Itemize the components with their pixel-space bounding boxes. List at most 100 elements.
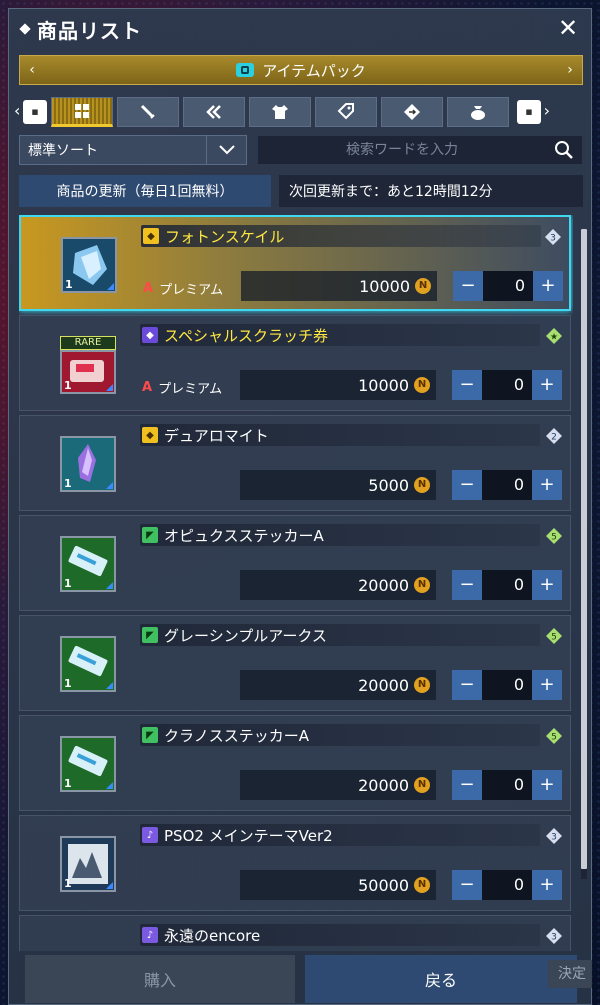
ticket-icon: ◆ [142, 327, 158, 343]
tab-prev-button[interactable]: ▪ [14, 99, 47, 124]
list-item[interactable]: 1 ◆ フォトンスケイル 3 A プレミアム 10000 N − 0 + [19, 215, 571, 311]
item-name-bar: ◤ グレーシンプルアークス [140, 624, 540, 646]
meseta-icon: N [414, 377, 430, 393]
minus-button[interactable]: − [452, 870, 482, 900]
quantity-stepper: − 0 + [452, 370, 562, 400]
price-value: 10000 [358, 375, 409, 395]
quantity-stepper: − 0 + [453, 271, 563, 301]
item-thumbnail: 1 [60, 536, 116, 592]
meseta-icon: N [414, 877, 430, 893]
category-prev-button[interactable]: ‹ [22, 56, 42, 84]
price-value: 50000 [358, 875, 409, 895]
tab-bag[interactable] [447, 97, 509, 127]
buy-button[interactable]: 購入 [25, 955, 295, 1003]
meseta-icon: N [414, 477, 430, 493]
tab-all[interactable] [51, 97, 113, 127]
list-item[interactable]: 1 ◆ デュアロマイト 2 5000 N − 0 + [19, 415, 571, 511]
quantity-value: 0 [483, 271, 533, 301]
back-button[interactable]: 戻る [305, 955, 577, 1003]
item-count: 1 [64, 577, 72, 590]
plus-button[interactable]: + [532, 370, 562, 400]
plus-button[interactable]: + [533, 271, 563, 301]
music-note-icon: ♪ [142, 827, 158, 843]
item-count: 1 [64, 677, 72, 690]
rank-badge: 2 [546, 428, 562, 444]
sort-dropdown[interactable]: 標準ソート [19, 135, 247, 165]
price-field: 5000 N [240, 470, 436, 500]
search-input[interactable] [258, 142, 546, 158]
search-icon[interactable] [546, 136, 582, 164]
plus-button[interactable]: + [532, 470, 562, 500]
premium-label: A プレミアム [142, 380, 223, 397]
minus-button[interactable]: − [452, 370, 482, 400]
tab-weapon[interactable] [117, 97, 179, 127]
list-item[interactable]: 1 ◤ オピュクスステッカーA 5 20000 N − 0 + [19, 515, 571, 611]
tab-tag[interactable] [315, 97, 377, 127]
item-thumbnail: 1 [60, 436, 116, 492]
corner-badge [106, 384, 113, 391]
list-item[interactable]: 1 ◤ グレーシンプルアークス 5 20000 N − 0 + [19, 615, 571, 711]
corner-badge [106, 882, 113, 889]
quantity-value: 0 [482, 770, 532, 800]
list-item[interactable]: 1 ♪ PSO2 メインテーマVer2 3 50000 N − 0 + [19, 815, 571, 911]
minus-button[interactable]: − [453, 271, 483, 301]
refresh-button[interactable]: 商品の更新（毎日1回無料） [19, 175, 271, 207]
item-name-bar: ♪ PSO2 メインテーマVer2 [140, 824, 540, 846]
minus-button[interactable]: − [452, 770, 482, 800]
tab-skill[interactable] [183, 97, 245, 127]
quantity-value: 0 [482, 370, 532, 400]
list-scrollbar[interactable] [581, 229, 587, 879]
item-thumbnail: 1 [60, 736, 116, 792]
window-title: 商品リスト [37, 18, 142, 43]
rare-tag: RARE [60, 336, 116, 350]
plus-button[interactable]: + [532, 570, 562, 600]
premium-icon: A [143, 281, 154, 296]
price-field: 20000 N [240, 670, 436, 700]
item-name: デュアロマイト [164, 426, 269, 445]
quantity-value: 0 [482, 570, 532, 600]
price-value: 20000 [358, 575, 409, 595]
rank-badge: 5 [546, 528, 562, 544]
list-item[interactable]: 1 ◤ クラノスステッカーA 5 20000 N − 0 + [19, 715, 571, 811]
minus-button[interactable]: − [452, 470, 482, 500]
item-thumbnail: 1 [60, 350, 116, 394]
bag-icon [471, 106, 485, 120]
item-name: グレーシンプルアークス [164, 626, 327, 645]
svg-text:2: 2 [551, 433, 557, 443]
item-name: オピュクスステッカーA [164, 526, 324, 545]
price-value: 20000 [358, 675, 409, 695]
list-item[interactable]: RARE 1 ◆ スペシャルスクラッチ券 ★ A プレミアム 10000 N − 0… [19, 315, 571, 411]
category-label: アイテムパック [262, 61, 366, 80]
list-item[interactable]: ♪ 永遠のencore 3 [19, 915, 571, 951]
shop-window: 商品リスト ✕ ‹ アイテムパック › ▪ ▪ [8, 8, 592, 1005]
tag-icon [337, 103, 354, 120]
item-name-bar: ◤ クラノスステッカーA [140, 724, 540, 746]
close-button[interactable]: ✕ [555, 15, 581, 41]
meseta-icon: N [414, 777, 430, 793]
sword-icon [140, 104, 155, 119]
item-thumbnail: 1 [61, 237, 117, 293]
plus-button[interactable]: + [532, 770, 562, 800]
decide-button[interactable]: 決定 [548, 960, 592, 988]
quantity-stepper: − 0 + [452, 770, 562, 800]
item-name-bar: ◤ オピュクスステッカーA [140, 524, 540, 546]
music-note-icon: ♪ [142, 927, 158, 943]
price-field: 10000 N [240, 370, 436, 400]
category-next-button[interactable]: › [560, 56, 580, 84]
minus-button[interactable]: − [452, 670, 482, 700]
plus-button[interactable]: + [532, 870, 562, 900]
diamond-arrow-icon [404, 104, 420, 120]
tab-costume[interactable] [249, 97, 311, 127]
minus-button[interactable]: − [452, 570, 482, 600]
tab-ticket[interactable] [381, 97, 443, 127]
rank-badge: ★ [546, 328, 562, 344]
corner-badge [107, 283, 114, 290]
premium-label: A プレミアム [143, 281, 224, 298]
price-field: 20000 N [240, 770, 436, 800]
item-thumbnail: 1 [60, 836, 116, 892]
quantity-value: 0 [482, 670, 532, 700]
quantity-value: 0 [482, 470, 532, 500]
plus-button[interactable]: + [532, 670, 562, 700]
scrollbar-thumb[interactable] [581, 229, 587, 869]
tab-next-button[interactable]: ▪ [517, 99, 550, 124]
